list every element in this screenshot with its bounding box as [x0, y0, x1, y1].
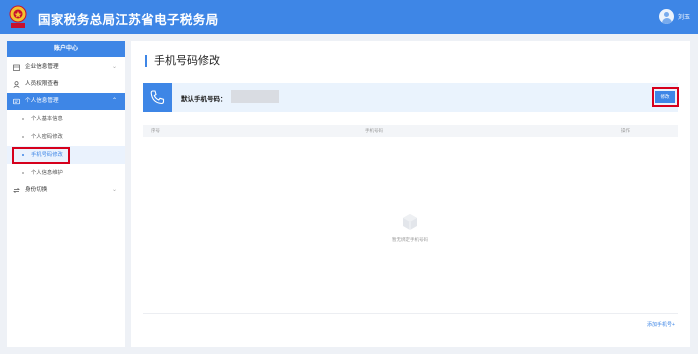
sidebar-subitem-label: 个人密码修改: [31, 134, 63, 140]
sidebar-subitem-info-maintenance[interactable]: 个人信息维护: [7, 164, 125, 182]
bullet-icon: [22, 118, 24, 120]
chevron-down-icon: ⌄: [111, 187, 117, 193]
sidebar-subitem-basic-info[interactable]: 个人基本信息: [7, 110, 125, 128]
phone-icon: [150, 90, 165, 105]
column-header-index: 序号: [151, 128, 160, 133]
tax-bureau-emblem-icon: [9, 5, 27, 28]
account-sidebar: 账户中心 企业信息管理 ⌄ 人员权限查看 个人信息管理 ⌃ 个人基本信息 个人密…: [7, 41, 125, 347]
masked-phone-number: [231, 90, 279, 103]
switch-icon: [13, 187, 20, 194]
chevron-down-icon: ⌄: [111, 64, 117, 70]
page-title: 手机号码修改: [145, 55, 220, 67]
phone-icon-tile: [143, 83, 172, 112]
empty-box-icon: [403, 214, 417, 230]
sidebar-subitem-label: 个人信息维护: [31, 170, 63, 176]
sidebar-subitem-label: 个人基本信息: [31, 116, 63, 122]
empty-state-text: 暂无绑定手机号码: [392, 237, 428, 242]
bullet-icon: [22, 136, 24, 138]
people-icon: [13, 81, 20, 88]
user-name[interactable]: 刘玉: [678, 12, 690, 21]
sidebar-item-label: 人员权限查看: [25, 81, 59, 87]
sidebar-item-personnel-permissions[interactable]: 人员权限查看: [7, 76, 125, 93]
default-phone-label: 默认手机号码：: [181, 96, 227, 103]
chevron-up-icon: ⌃: [111, 98, 117, 104]
annotation-highlight-box: [652, 87, 679, 107]
sidebar-item-label: 企业信息管理: [25, 64, 59, 70]
top-navigation-bar: 国家税务总局江苏省电子税务局 刘玉: [0, 0, 698, 34]
default-phone-card: 默认手机号码： 修改: [143, 83, 679, 112]
sidebar-item-personal-info[interactable]: 个人信息管理 ⌃: [7, 93, 125, 110]
id-card-icon: [13, 98, 20, 105]
sidebar-subitem-phone-change[interactable]: 手机号码修改: [7, 146, 125, 164]
column-header-action: 操作: [621, 128, 630, 133]
sidebar-item-identity-switch[interactable]: 身份切换 ⌄: [7, 182, 125, 199]
sidebar-item-enterprise-info[interactable]: 企业信息管理 ⌄: [7, 59, 125, 76]
phone-table-header: 序号 手机号码 操作: [143, 125, 678, 137]
user-avatar-icon[interactable]: [659, 9, 674, 24]
sidebar-item-label: 个人信息管理: [25, 98, 59, 104]
sidebar-item-label: 身份切换: [25, 187, 48, 193]
sidebar-title: 账户中心: [7, 41, 125, 57]
column-header-phone: 手机号码: [365, 128, 383, 133]
main-content-panel: 手机号码修改 默认手机号码： 修改 序号 手机号码 操作 暂无绑定手机号码 添加…: [131, 41, 690, 347]
sidebar-subitem-password-change[interactable]: 个人密码修改: [7, 128, 125, 146]
annotation-highlight-box: [12, 147, 70, 164]
add-phone-link[interactable]: 添加手机号+: [647, 321, 675, 328]
bullet-icon: [22, 172, 24, 174]
site-title: 国家税务总局江苏省电子税务局: [38, 13, 219, 27]
divider: [143, 313, 678, 314]
building-icon: [13, 64, 20, 71]
